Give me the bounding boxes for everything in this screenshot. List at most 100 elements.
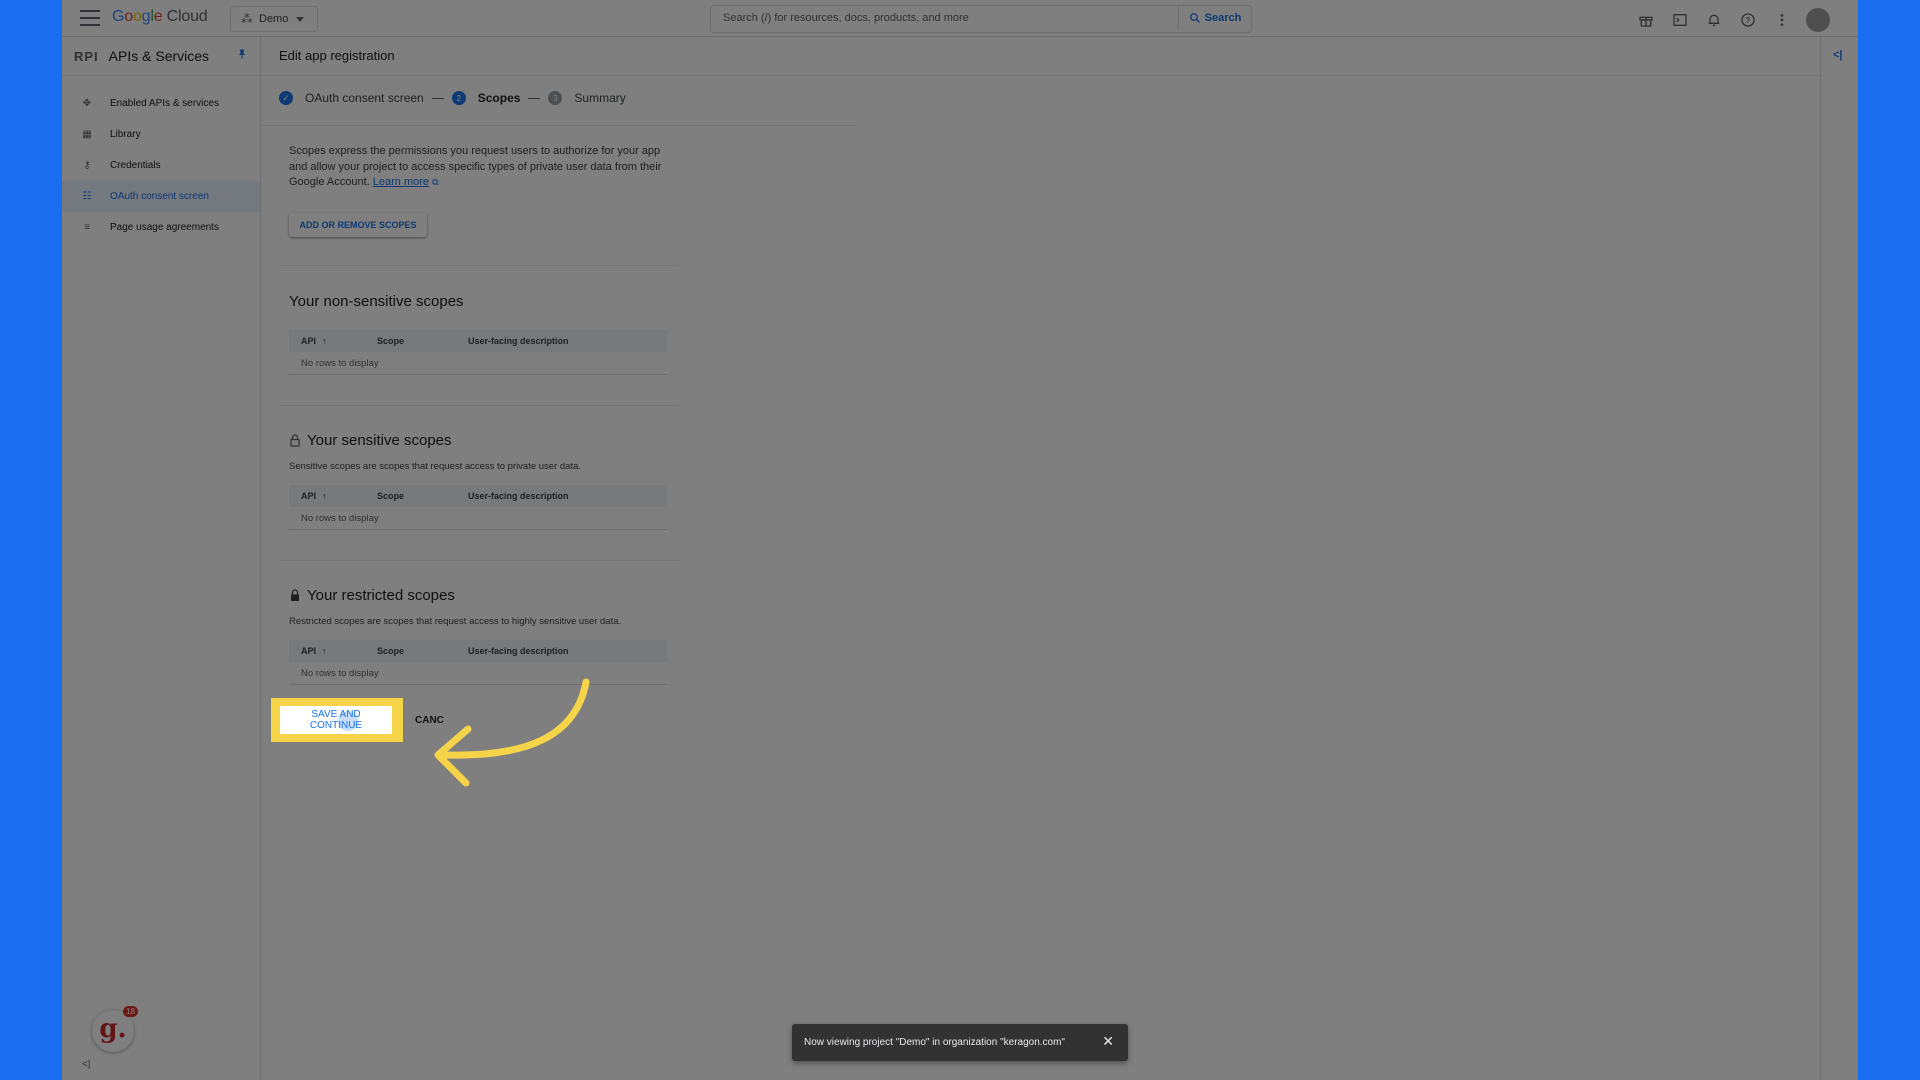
- snackbar: Now viewing project "Demo" in organizati…: [792, 1024, 1128, 1061]
- key-icon: ⚷: [83, 160, 91, 171]
- top-bar: Google Cloud ⁂ Demo Search ?: [62, 0, 1858, 37]
- project-name: Demo: [259, 13, 289, 25]
- sidebar-title: APIs & Services: [108, 48, 210, 64]
- save-and-continue-button[interactable]: SAVE AND CONTINUE: [280, 706, 392, 734]
- extension-launcher[interactable]: g. 18: [92, 1006, 138, 1052]
- non-sensitive-scopes-title: Your non-sensitive scopes: [289, 293, 464, 310]
- column-label: API: [301, 491, 317, 501]
- library-icon: ▦: [82, 129, 92, 140]
- divider: [279, 265, 679, 266]
- account-avatar[interactable]: [1806, 8, 1830, 32]
- click-cursor-indicator: [338, 711, 358, 731]
- search-button[interactable]: Search: [1178, 6, 1251, 30]
- project-icon: ⁂: [241, 12, 253, 26]
- stepper: ✓ OAuth consent screen 2 Scopes 3 Summar…: [279, 91, 626, 105]
- intro-text: Scopes express the permissions you reque…: [289, 145, 662, 188]
- sidebar-item-credentials[interactable]: ⚷ Credentials: [62, 150, 260, 181]
- sidebar-item-library[interactable]: ▦ Library: [62, 119, 260, 150]
- sensitive-scopes-table: API ↑ Scope User-facing description No ro…: [289, 485, 667, 530]
- sidebar-item-page-usage[interactable]: ≡ Page usage agreements: [62, 212, 260, 243]
- column-scope: Scope: [377, 336, 405, 346]
- logo-letter: o: [124, 8, 133, 25]
- collapse-sidebar-icon[interactable]: <|: [82, 1059, 90, 1070]
- sensitive-scopes-desc: Sensitive scopes are scopes that request…: [289, 461, 582, 472]
- consent-icon: ☷: [82, 191, 92, 202]
- divider: [279, 560, 679, 561]
- column-api[interactable]: API ↑: [289, 336, 377, 346]
- step-number-future: 3: [548, 91, 563, 105]
- step-oauth-consent[interactable]: OAuth consent screen: [305, 91, 424, 105]
- extension-logo-icon: g.: [99, 1014, 127, 1044]
- section-title-text: Your sensitive scopes: [307, 432, 452, 449]
- sort-arrow-up-icon: ↑: [322, 336, 327, 346]
- more-vert-icon[interactable]: [1772, 10, 1792, 30]
- expand-panel-icon[interactable]: <|: [1833, 49, 1843, 61]
- step-summary: Summary: [574, 91, 626, 105]
- divider: [261, 75, 1820, 76]
- project-picker[interactable]: ⁂ Demo: [230, 6, 318, 32]
- sort-arrow-up-icon: ↑: [322, 491, 327, 501]
- search-input[interactable]: [711, 6, 1195, 30]
- sidebar-item-label: Library: [110, 129, 141, 140]
- google-cloud-logo[interactable]: Google Cloud: [112, 8, 208, 26]
- column-description: User-facing description: [468, 491, 569, 501]
- toolbar-icons: ?: [1636, 8, 1830, 32]
- section-title-text: Your non-sensitive scopes: [289, 293, 464, 310]
- browser-page: Google Cloud ⁂ Demo Search ?: [62, 0, 1858, 1080]
- sidebar-item-label: Credentials: [110, 160, 161, 171]
- right-rail: <|: [1820, 37, 1858, 1080]
- gift-icon[interactable]: [1636, 10, 1656, 30]
- column-description: User-facing description: [468, 336, 569, 346]
- lock-icon: [291, 589, 299, 601]
- api-icon: ✥: [82, 98, 92, 109]
- empty-row: No rows to display: [289, 507, 667, 530]
- step-scopes: Scopes: [477, 91, 521, 105]
- sidebar-item-enabled-apis[interactable]: ✥ Enabled APIs & services: [62, 88, 260, 119]
- sort-arrow-up-icon: ↑: [322, 646, 327, 656]
- search-icon: [1189, 13, 1200, 23]
- table-header: API ↑ Scope User-facing description: [289, 485, 667, 507]
- close-icon[interactable]: ✕: [1102, 1033, 1114, 1050]
- pin-icon[interactable]: [236, 48, 248, 63]
- logo-letter: o: [132, 8, 142, 25]
- svg-text:?: ?: [1746, 16, 1751, 25]
- column-api[interactable]: API ↑: [289, 646, 377, 656]
- section-title-text: Your restricted scopes: [307, 587, 455, 604]
- sidebar-item-label: OAuth consent screen: [110, 191, 209, 202]
- sidebar-header: RPI APIs & Services: [62, 37, 260, 76]
- notifications-bell-icon[interactable]: [1704, 10, 1724, 30]
- step-number-current: 2: [451, 91, 466, 105]
- non-sensitive-scopes-table: API ↑ Scope User-facing description No ro…: [289, 330, 667, 375]
- external-link-icon: ⧉: [432, 177, 439, 187]
- column-scope: Scope: [377, 491, 405, 501]
- notification-count-badge: 18: [123, 1006, 138, 1017]
- table-header: API ↑ Scope User-facing description: [289, 330, 667, 352]
- learn-more-link[interactable]: Learn more: [373, 176, 429, 188]
- column-label: API: [301, 646, 317, 656]
- sidebar-item-oauth-consent[interactable]: ☷ OAuth consent screen: [62, 181, 260, 212]
- sidebar-item-label: Enabled APIs & services: [110, 98, 219, 109]
- divider: [279, 405, 679, 406]
- page-title: Edit app registration: [279, 48, 395, 63]
- search-bar: Search: [710, 5, 1252, 33]
- cloud-shell-icon[interactable]: [1670, 10, 1690, 30]
- column-api[interactable]: API ↑: [289, 491, 377, 501]
- step-connector: [528, 97, 541, 99]
- search-button-label: Search: [1204, 12, 1242, 24]
- empty-row: No rows to display: [289, 352, 667, 375]
- snackbar-message: Now viewing project "Demo" in organizati…: [804, 1037, 1065, 1048]
- column-label: API: [301, 336, 317, 346]
- help-icon[interactable]: ?: [1738, 10, 1758, 30]
- sensitive-scopes-title: Your sensitive scopes: [289, 432, 452, 449]
- hamburger-menu-icon[interactable]: [80, 8, 100, 28]
- agreements-icon: ≡: [84, 222, 90, 233]
- logo-cloud: Cloud: [162, 8, 208, 25]
- add-or-remove-scopes-button[interactable]: ADD OR REMOVE SCOPES: [289, 213, 427, 237]
- pointer-arrow-annotation: [434, 678, 590, 787]
- scopes-intro: Scopes express the permissions you reque…: [289, 144, 669, 191]
- restricted-scopes-desc: Restricted scopes are scopes that reques…: [289, 616, 622, 627]
- step-connector: [431, 97, 444, 99]
- check-circle-icon: ✓: [279, 91, 293, 105]
- sidebar-item-label: Page usage agreements: [110, 222, 219, 233]
- lock-open-outline-icon: [290, 434, 300, 447]
